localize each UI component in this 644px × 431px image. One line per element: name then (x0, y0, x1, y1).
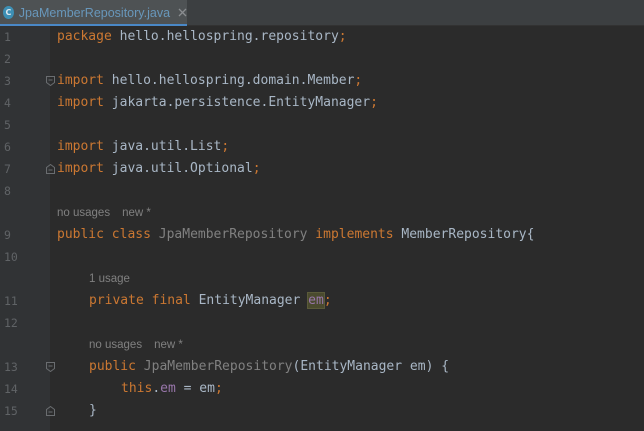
line-number: 9 (4, 228, 11, 242)
tab-jpa-member-repository[interactable]: C JpaMemberRepository.java (0, 0, 187, 26)
semicolon: ; (323, 293, 332, 308)
keyword: import (57, 95, 104, 110)
interface-name: MemberRepository (393, 227, 527, 242)
code-line-constructor[interactable]: public JpaMemberRepository(EntityManager… (89, 356, 449, 378)
line-number: 6 (4, 140, 11, 154)
keyword: package (57, 29, 112, 44)
line-number: 4 (4, 96, 11, 110)
keyword: public (57, 227, 104, 242)
code-line-closing-brace[interactable]: } (89, 400, 97, 422)
keyword: final (143, 293, 191, 308)
highlighted-field: em (307, 292, 325, 309)
code-line-import[interactable]: import java.util.Optional; (57, 158, 261, 180)
usages-hint[interactable]: no usages (89, 339, 142, 351)
ide-window: C JpaMemberRepository.java 1 2 3 4 5 6 7… (0, 0, 644, 431)
code-line-import[interactable]: import java.util.List; (57, 136, 229, 158)
tab-file-name: JpaMemberRepository.java (18, 5, 171, 20)
keyword: public (89, 359, 136, 374)
keyword: import (57, 73, 104, 88)
type-name: EntityManager (190, 293, 301, 308)
semicolon: ; (214, 381, 223, 396)
semicolon: ; (221, 139, 230, 154)
line-number: 5 (4, 118, 11, 132)
field-reference: em (160, 381, 176, 396)
class-name: JpaMemberRepository (150, 227, 308, 242)
keyword: private (89, 293, 144, 308)
code-text: (EntityManager em) { (292, 359, 450, 374)
line-number: 1 (4, 30, 11, 44)
code-line-assignment[interactable]: this.em = em; (121, 378, 223, 400)
semicolon: ; (354, 73, 363, 88)
code-line-field-declaration[interactable]: private final EntityManager em; (89, 290, 332, 312)
line-number: 12 (4, 316, 18, 330)
line-number: 3 (4, 74, 11, 88)
java-class-icon: C (3, 6, 14, 19)
close-icon[interactable] (177, 7, 187, 19)
brace: { (526, 227, 535, 242)
code-text: . (152, 381, 161, 396)
line-number: 8 (4, 184, 11, 198)
fold-start-icon[interactable] (46, 362, 55, 372)
line-number: 10 (4, 250, 18, 264)
code-line-import[interactable]: import hello.hellospring.domain.Member; (57, 70, 362, 92)
line-number: 2 (4, 52, 11, 66)
code-text: java.util.List (103, 139, 222, 154)
line-number: 15 (4, 404, 18, 418)
code-text: jakarta.persistence.EntityManager (103, 95, 371, 110)
code-text: java.util.Optional (103, 161, 253, 176)
constructor-name: JpaMemberRepository (135, 359, 293, 374)
keyword: import (57, 161, 104, 176)
brace: } (89, 403, 97, 418)
fold-end-icon[interactable] (46, 406, 55, 416)
code-text: hello.hellospring.domain.Member (103, 73, 355, 88)
semicolon: ; (252, 161, 261, 176)
keyword: implements (307, 227, 394, 242)
usages-hint[interactable]: 1 usage (89, 273, 130, 285)
code-vision-hint[interactable]: no usages new * (57, 202, 163, 224)
code-vision-hint[interactable]: 1 usage (89, 268, 142, 290)
line-number: 13 (4, 360, 18, 374)
keyword: class (103, 227, 151, 242)
editor-tab-bar: C JpaMemberRepository.java (0, 0, 644, 26)
line-number: 7 (4, 162, 11, 176)
code-vision-hint[interactable]: no usages new * (89, 334, 195, 356)
fold-end-icon[interactable] (46, 164, 55, 174)
semicolon: ; (370, 95, 378, 110)
semicolon: ; (338, 29, 347, 44)
keyword: import (57, 139, 104, 154)
code-text: = em (175, 381, 215, 396)
code-line-package[interactable]: package hello.hellospring.repository; (57, 26, 347, 48)
code-line-import[interactable]: import jakarta.persistence.EntityManager… (57, 92, 378, 114)
usages-hint[interactable]: no usages (57, 207, 110, 219)
line-number: 14 (4, 382, 18, 396)
keyword: this (121, 381, 153, 396)
line-number: 11 (4, 294, 18, 308)
vcs-status-hint[interactable]: new * (154, 339, 183, 351)
vcs-status-hint[interactable]: new * (122, 207, 151, 219)
fold-start-icon[interactable] (46, 76, 55, 86)
code-line-class-declaration[interactable]: public class JpaMemberRepository impleme… (57, 224, 534, 246)
code-text: hello.hellospring.repository (111, 29, 339, 44)
